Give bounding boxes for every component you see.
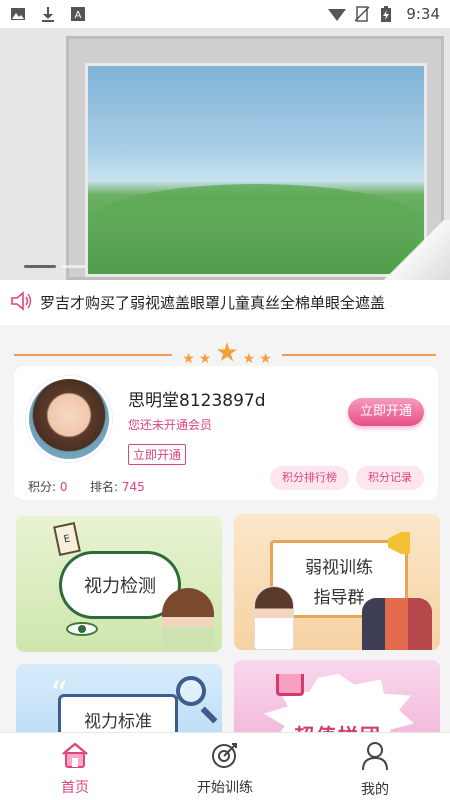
membership-status: 您还未开通会员 xyxy=(128,418,213,432)
banner-page-curl xyxy=(380,220,450,280)
svg-text:A: A xyxy=(75,10,82,21)
points-display: 积分: 0 xyxy=(28,478,68,495)
vision-test-cloud: 视力检测 xyxy=(62,554,178,616)
people-illustration xyxy=(362,598,432,650)
notice-text: 罗吉才购买了弱视遮盖眼罩儿童真丝全棉单眼全遮盖 xyxy=(40,294,386,312)
rank-display: 排名: 745 xyxy=(90,478,145,495)
banner-carousel[interactable] xyxy=(0,28,450,280)
tab-mine[interactable]: 我的 xyxy=(300,733,450,800)
wifi-icon xyxy=(328,6,347,22)
vision-test-card[interactable]: E 视力检测 xyxy=(16,516,222,652)
carousel-dot-2 xyxy=(62,265,86,268)
rank-label: 排名: xyxy=(90,480,122,494)
download-icon xyxy=(40,6,56,22)
rank-value: 745 xyxy=(121,480,145,494)
image-icon xyxy=(10,6,26,22)
girl-illustration xyxy=(162,588,214,652)
points-label: 积分: xyxy=(28,480,60,494)
text-a-icon: A xyxy=(70,6,86,22)
star-icon: ★ xyxy=(182,351,195,367)
user-icon xyxy=(360,741,390,775)
no-sim-icon xyxy=(354,6,370,22)
points-leaderboard-button[interactable]: 积分排行榜 xyxy=(270,466,349,490)
tab-start-training[interactable]: 开始训练 xyxy=(150,733,300,800)
star-icon: ★ xyxy=(215,338,239,368)
username: 思明堂8123897d xyxy=(128,391,266,411)
nurse-illustration xyxy=(254,586,294,650)
open-membership-button[interactable]: 立即开通 xyxy=(348,398,424,426)
purchase-notice-bar[interactable]: 罗吉才购买了弱视遮盖眼罩儿童真丝全棉单眼全遮盖 xyxy=(0,280,450,325)
points-record-button[interactable]: 积分记录 xyxy=(356,466,424,490)
magnifier-icon xyxy=(176,676,206,706)
group-title-line1: 弱视训练 xyxy=(305,558,373,578)
shopping-cart-icon xyxy=(276,674,304,696)
avatar[interactable] xyxy=(26,376,112,462)
carousel-indicator xyxy=(24,265,86,268)
eye-chart-icon: E xyxy=(53,522,81,556)
tab-start-training-label: 开始训练 xyxy=(197,780,253,796)
tab-home[interactable]: 首页 xyxy=(0,733,150,800)
clock-time: 9:34 xyxy=(406,5,440,23)
eye-icon xyxy=(66,622,98,636)
banner-landscape xyxy=(85,63,427,277)
star-divider: ★ ★ ★ ★ ★ xyxy=(14,338,436,368)
points-value: 0 xyxy=(59,480,68,494)
vision-test-label: 视力检测 xyxy=(84,576,156,597)
carousel-dot-1 xyxy=(24,265,56,268)
star-icon: ★ xyxy=(242,351,256,367)
star-icon: ★ xyxy=(259,351,272,367)
user-profile-card: 思明堂8123897d 您还未开通会员 立即开通 立即开通 积分: 0 排名: … xyxy=(14,366,438,500)
status-bar: A 9:34 xyxy=(0,0,450,28)
open-membership-link[interactable]: 立即开通 xyxy=(128,444,187,465)
battery-charging-icon xyxy=(380,6,396,22)
target-icon xyxy=(210,741,240,773)
star-icon: ★ xyxy=(198,351,212,367)
amblyopia-group-card[interactable]: 弱视训练 指导群 xyxy=(234,514,440,650)
tab-mine-label: 我的 xyxy=(361,782,389,798)
vision-standard-label: 视力标准 xyxy=(84,712,152,732)
speaker-icon xyxy=(10,290,32,315)
bottom-tab-bar: 首页 开始训练 我的 xyxy=(0,732,450,800)
tab-home-label: 首页 xyxy=(61,780,89,796)
home-icon xyxy=(60,741,90,773)
